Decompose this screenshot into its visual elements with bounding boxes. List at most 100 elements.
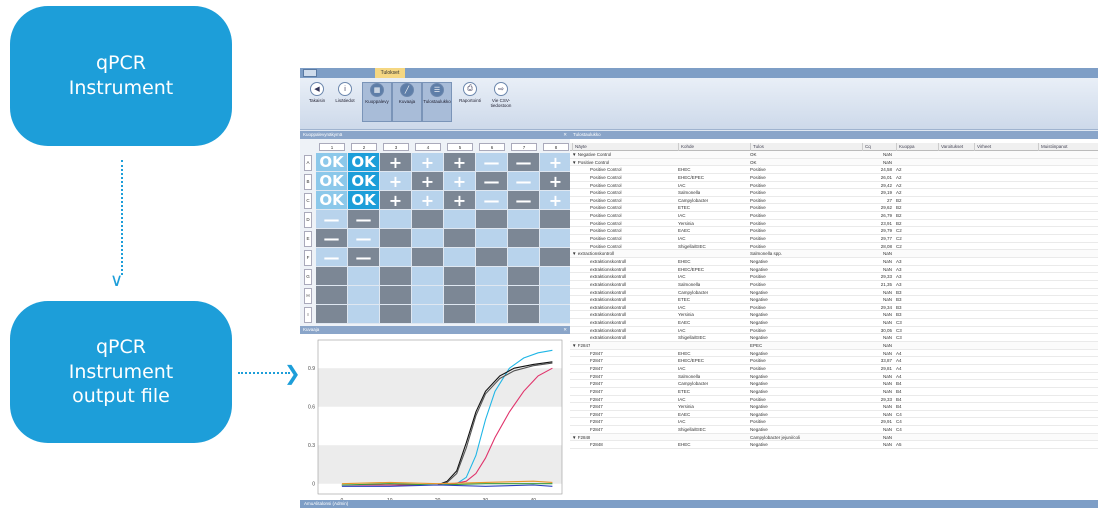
table-row[interactable]: F2847 Yersinia Negative NaN B4 [570, 403, 1098, 411]
table-row[interactable]: Positive Control Shigella/EIEC Positive 28,… [570, 243, 1098, 251]
plate-well[interactable] [508, 248, 540, 267]
table-row[interactable]: F2847 Salmonella Negative NaN A4 [570, 373, 1098, 381]
ribbon-button-0[interactable]: ◀ Takaisin [302, 82, 332, 103]
plate-well[interactable]: + [444, 172, 476, 191]
plate-well[interactable] [476, 210, 508, 229]
plate-well[interactable] [476, 267, 508, 286]
plate-well[interactable]: OK [348, 153, 380, 172]
plate-well[interactable] [380, 286, 412, 305]
table-row[interactable]: F2847 IAC Positive 29,33 B4 [570, 396, 1098, 404]
table-row[interactable]: extraktionskontroll EAEC Negative NaN C3 [570, 319, 1098, 327]
plate-well[interactable]: + [444, 153, 476, 172]
plate-well[interactable] [348, 286, 380, 305]
plate-well[interactable]: — [476, 191, 508, 210]
plate-well[interactable]: + [412, 191, 444, 210]
table-group-row[interactable]: ▼ F2848 Campylobacter jejuni/coli NaN [570, 433, 1098, 442]
plate-well[interactable] [540, 210, 572, 229]
plate-well[interactable] [316, 267, 348, 286]
plate-well[interactable] [444, 267, 476, 286]
table-row[interactable]: F2847 EAEC Negative NaN C4 [570, 411, 1098, 419]
plate-well[interactable]: — [348, 229, 380, 248]
table-row[interactable]: Positive Control Salmonella Positive 29,19 A… [570, 189, 1098, 197]
table-group-row[interactable]: ▼ F2847 EPEC NaN [570, 342, 1098, 350]
table-row[interactable]: Positive Control EAEC Positive 29,79 C2 [570, 227, 1098, 236]
plate-well[interactable] [508, 210, 540, 229]
plate-well[interactable] [508, 305, 540, 324]
ribbon-button-2[interactable]: ▦ Kuoppalevy [362, 82, 392, 122]
ribbon-button-5[interactable]: ⎙ Raportointi [455, 82, 485, 103]
plate-well[interactable] [444, 248, 476, 267]
plate-well[interactable]: — [508, 172, 540, 191]
ribbon-button-4[interactable]: ☰ Tulostaulukko [422, 82, 452, 122]
close-icon[interactable]: ✕ [563, 326, 567, 334]
plate-well[interactable] [412, 305, 444, 324]
plate-well[interactable]: — [476, 172, 508, 191]
ribbon-button-3[interactable]: ╱ Kuvaaja [392, 82, 422, 122]
plate-well[interactable] [412, 267, 444, 286]
plate-well[interactable] [380, 305, 412, 324]
column-header[interactable]: Cq [862, 143, 871, 151]
plate-well[interactable] [444, 286, 476, 305]
plate-well[interactable] [540, 267, 572, 286]
plate-well[interactable]: + [540, 172, 572, 191]
plate-well[interactable]: + [540, 191, 572, 210]
table-row[interactable]: extraktionskontroll ETEC Negative NaN B3 [570, 296, 1098, 304]
plate-well[interactable] [540, 229, 572, 248]
plate-well[interactable] [444, 305, 476, 324]
table-row[interactable]: extraktionskontroll EHEC Negative NaN A3 [570, 258, 1098, 266]
table-row[interactable]: F2847 Shigella/EIEC Negative NaN C4 [570, 426, 1098, 434]
column-header[interactable]: Kuoppa [896, 143, 915, 151]
table-row[interactable]: extraktionskontroll Campylobacter Negative… [570, 289, 1098, 297]
table-row[interactable]: Positive Control Campylobacter Positive 27 B… [570, 197, 1098, 205]
column-header[interactable]: Tulos [750, 143, 764, 151]
column-header[interactable]: Virheet [974, 143, 991, 151]
table-row[interactable]: Positive Control EHEC/EPEC Positive 26,01 A2 [570, 174, 1098, 182]
table-row[interactable]: F2847 EHEC Negative NaN A4 [570, 350, 1098, 358]
plate-well[interactable] [316, 286, 348, 305]
table-row[interactable]: extraktionskontroll Salmonella Positive 21,… [570, 281, 1098, 289]
plate-well[interactable] [348, 305, 380, 324]
plate-well[interactable]: — [508, 153, 540, 172]
plate-well[interactable] [476, 248, 508, 267]
plate-well[interactable]: — [348, 210, 380, 229]
table-row[interactable]: Positive Control IAC Positive 26,79 B2 [570, 212, 1098, 220]
plate-well[interactable] [508, 267, 540, 286]
table-row[interactable]: F2847 Campylobacter Negative NaN B4 [570, 380, 1098, 388]
table-row[interactable]: Positive Control EHEC Positive 24,58 A2 [570, 166, 1098, 174]
table-row[interactable]: extraktionskontroll Yersinia Negative NaN B3 [570, 311, 1098, 320]
tab-tulokset[interactable]: Tulokset [375, 68, 405, 78]
table-row[interactable]: F2847 IAC Positive 29,81 A4 [570, 365, 1098, 373]
plate-well[interactable] [508, 229, 540, 248]
plate-well[interactable] [444, 229, 476, 248]
plate-well[interactable]: — [316, 248, 348, 267]
plate-well[interactable] [380, 210, 412, 229]
table-row[interactable]: Positive Control ETEC Positive 29,62 B2 [570, 204, 1098, 213]
plate-well[interactable]: OK [348, 172, 380, 191]
plate-well[interactable]: — [476, 153, 508, 172]
plate-well[interactable]: OK [316, 191, 348, 210]
plate-well[interactable]: + [412, 153, 444, 172]
plate-well[interactable] [380, 267, 412, 286]
plate-well[interactable]: + [444, 191, 476, 210]
table-row[interactable]: extraktionskontroll IAC Positive 29,34 B3 [570, 304, 1098, 312]
plate-well[interactable]: OK [316, 172, 348, 191]
plate-well[interactable] [412, 210, 444, 229]
table-row[interactable]: extraktionskontroll IAC Positive 29,33 A3 [570, 273, 1098, 281]
column-header[interactable]: Kohde [678, 143, 694, 151]
table-row[interactable]: F2847 EHEC/EPEC Positive 33,87 A4 [570, 357, 1098, 365]
plate-well[interactable] [540, 305, 572, 324]
plate-well[interactable]: OK [348, 191, 380, 210]
column-header[interactable]: Näyte [572, 143, 587, 151]
plate-well[interactable] [412, 286, 444, 305]
plate-well[interactable]: + [412, 172, 444, 191]
plate-well[interactable] [380, 229, 412, 248]
table-row[interactable]: Positive Control IAC Positive 29,42 A2 [570, 182, 1098, 190]
plate-well[interactable]: — [316, 210, 348, 229]
table-row[interactable]: F2847 IAC Positive 29,91 C4 [570, 418, 1098, 427]
table-row[interactable]: F2848 EHEC Negative NaN A5 [570, 441, 1098, 449]
plate-well[interactable] [476, 305, 508, 324]
table-row[interactable]: Positive Control IAC Positive 29,77 C2 [570, 235, 1098, 243]
plate-well[interactable] [412, 229, 444, 248]
plate-well[interactable] [444, 210, 476, 229]
plate-well[interactable]: + [540, 153, 572, 172]
